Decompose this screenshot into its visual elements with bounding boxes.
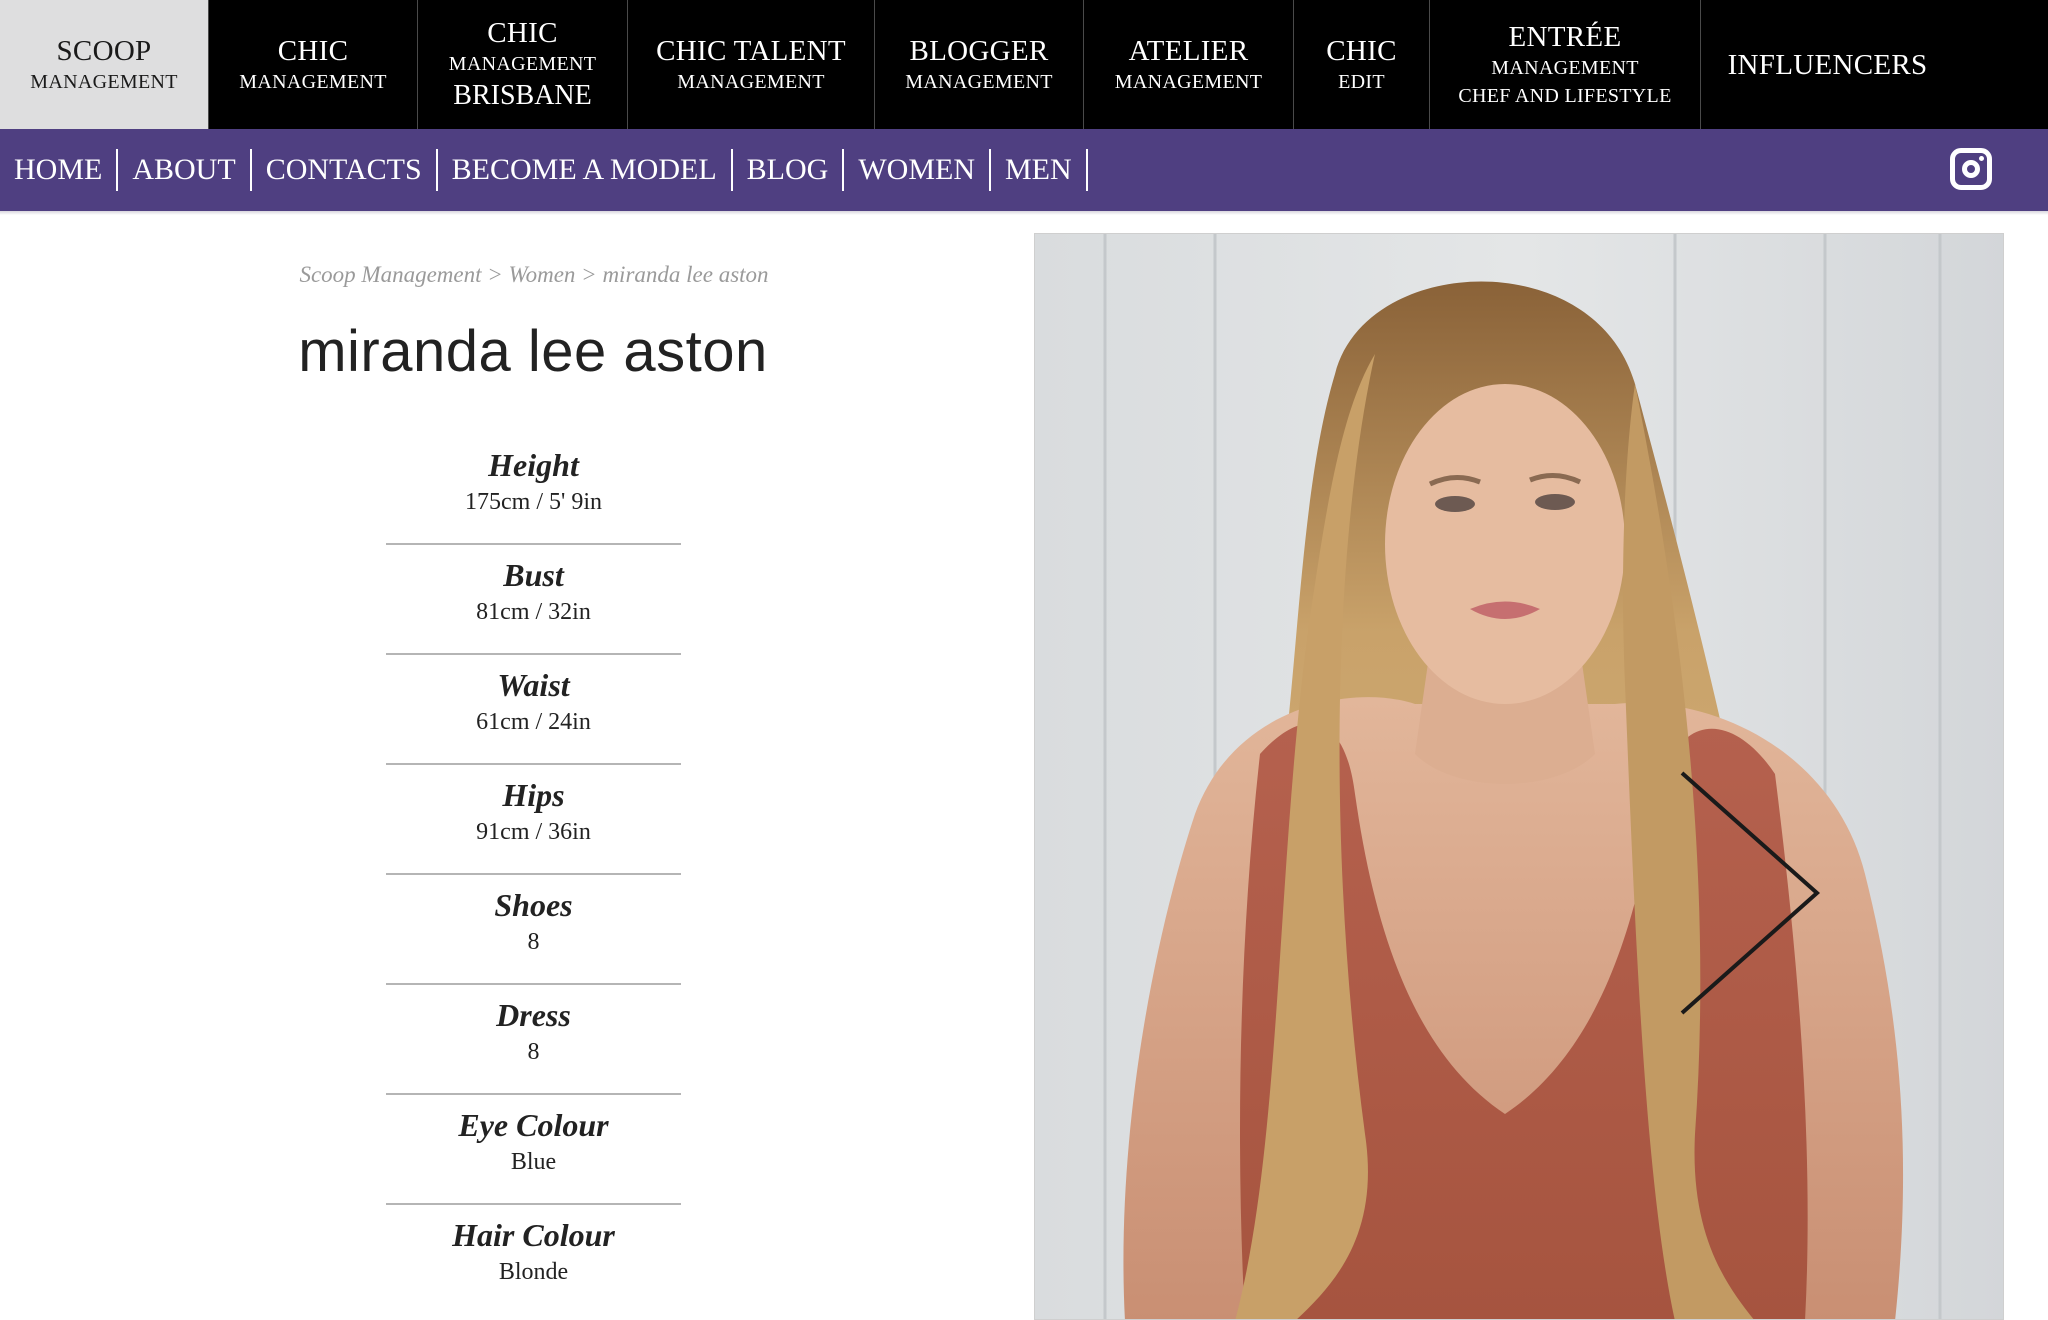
agency-tab-title: CHIC TALENT: [656, 34, 846, 67]
stat-label: Dress: [496, 997, 571, 1033]
stat-label: Waist: [497, 667, 570, 703]
nav-item-men[interactable]: MEN: [991, 149, 1088, 191]
stat-label: Height: [488, 447, 579, 483]
stat-hips: Hips 91cm / 36in: [386, 765, 681, 875]
agency-tab-subtitle: MANAGEMENT: [1491, 56, 1639, 79]
agency-tab-chic-talent[interactable]: CHIC TALENT MANAGEMENT: [628, 0, 875, 129]
breadcrumb-separator: >: [487, 262, 503, 287]
stat-hair-colour: Hair Colour Blonde: [386, 1205, 681, 1315]
agency-tab-extra: CHEF AND LIFESTYLE: [1458, 84, 1672, 107]
agency-tab-title: BLOGGER: [909, 34, 1049, 67]
stat-label: Hair Colour: [452, 1217, 615, 1253]
agency-tab-blogger-management[interactable]: BLOGGER MANAGEMENT: [875, 0, 1084, 129]
agency-tab-subtitle: EDIT: [1338, 70, 1385, 93]
nav-item-become-a-model[interactable]: BECOME A MODEL: [438, 149, 733, 191]
agency-tab-chic-edit[interactable]: CHIC EDIT: [1294, 0, 1430, 129]
stat-value: 175cm / 5' 9in: [465, 489, 602, 515]
nav-item-home[interactable]: HOME: [0, 149, 119, 191]
breadcrumb-current: miranda lee aston: [602, 262, 769, 287]
agency-bar: SCOOP MANAGEMENT CHIC MANAGEMENT CHIC MA…: [0, 0, 2048, 129]
agency-tab-title: ATELIER: [1128, 34, 1249, 67]
agency-tab-atelier-management[interactable]: ATELIER MANAGEMENT: [1084, 0, 1294, 129]
instagram-dot: [1979, 156, 1984, 161]
breadcrumb-link-scoop-management[interactable]: Scoop Management: [299, 262, 481, 287]
stat-value: Blue: [510, 1149, 557, 1175]
nav-item-contacts[interactable]: CONTACTS: [252, 149, 438, 191]
model-stats-list: Height 175cm / 5' 9in Bust 81cm / 32in W…: [386, 435, 681, 1315]
stat-dress: Dress 8: [386, 985, 681, 1095]
agency-tab-title: INFLUENCERS: [1727, 48, 1928, 81]
stat-value: 81cm / 32in: [476, 599, 591, 625]
stat-value: 91cm / 36in: [476, 819, 591, 845]
agency-tab-extra: BRISBANE: [453, 79, 592, 111]
stat-value: Blonde: [498, 1259, 569, 1285]
agency-tab-title: ENTRÉE: [1508, 20, 1622, 53]
stat-label: Shoes: [494, 887, 573, 923]
agency-tab-chic-brisbane[interactable]: CHIC MANAGEMENT BRISBANE: [418, 0, 628, 129]
agency-tab-title: CHIC: [1326, 34, 1397, 67]
instagram-icon[interactable]: [1950, 148, 1992, 190]
stat-value: 8: [527, 929, 540, 955]
chevron-right-icon[interactable]: [1672, 768, 1832, 1018]
stat-label: Bust: [503, 557, 564, 593]
stat-shoes: Shoes 8: [386, 875, 681, 985]
agency-tab-subtitle: MANAGEMENT: [30, 70, 178, 93]
stat-waist: Waist 61cm / 24in: [386, 655, 681, 765]
stat-value: 61cm / 24in: [476, 709, 591, 735]
agency-tab-subtitle: MANAGEMENT: [677, 70, 825, 93]
agency-tab-chic-management[interactable]: CHIC MANAGEMENT: [209, 0, 418, 129]
instagram-lens: [1962, 160, 1980, 178]
model-photo: [1034, 233, 2004, 1320]
agency-tab-subtitle: MANAGEMENT: [448, 52, 597, 75]
agency-tab-influencers[interactable]: INFLUENCERS: [1701, 0, 1954, 129]
nav-item-blog[interactable]: BLOG: [733, 149, 845, 191]
agency-tab-subtitle: MANAGEMENT: [239, 70, 387, 93]
nav-item-about[interactable]: ABOUT: [118, 149, 252, 191]
stat-bust: Bust 81cm / 32in: [386, 545, 681, 655]
stat-label: Eye Colour: [458, 1107, 609, 1143]
breadcrumb-link-women[interactable]: Women: [509, 262, 576, 287]
agency-tab-subtitle: MANAGEMENT: [1114, 70, 1263, 93]
stat-value: 8: [527, 1039, 540, 1065]
stat-eye-colour: Eye Colour Blue: [386, 1095, 681, 1205]
page-title: miranda lee aston: [298, 319, 768, 384]
main-nav: HOME ABOUT CONTACTS BECOME A MODEL BLOG …: [0, 129, 2048, 211]
breadcrumb: Scoop Management > Women > miranda lee a…: [0, 262, 1068, 288]
nav-item-women[interactable]: WOMEN: [844, 149, 991, 191]
stat-height: Height 175cm / 5' 9in: [386, 435, 681, 545]
agency-tab-title: CHIC: [277, 34, 349, 67]
agency-tab-title: CHIC: [487, 16, 558, 49]
agency-tab-title: SCOOP: [56, 34, 152, 67]
agency-tab-entree-management[interactable]: ENTRÉE MANAGEMENT CHEF AND LIFESTYLE: [1430, 0, 1701, 129]
breadcrumb-separator: >: [581, 262, 597, 287]
nav-shadow: [0, 211, 2048, 215]
stat-label: Hips: [502, 777, 565, 813]
agency-tab-scoop-management[interactable]: SCOOP MANAGEMENT: [0, 0, 209, 129]
agency-tab-subtitle: MANAGEMENT: [905, 70, 1053, 93]
